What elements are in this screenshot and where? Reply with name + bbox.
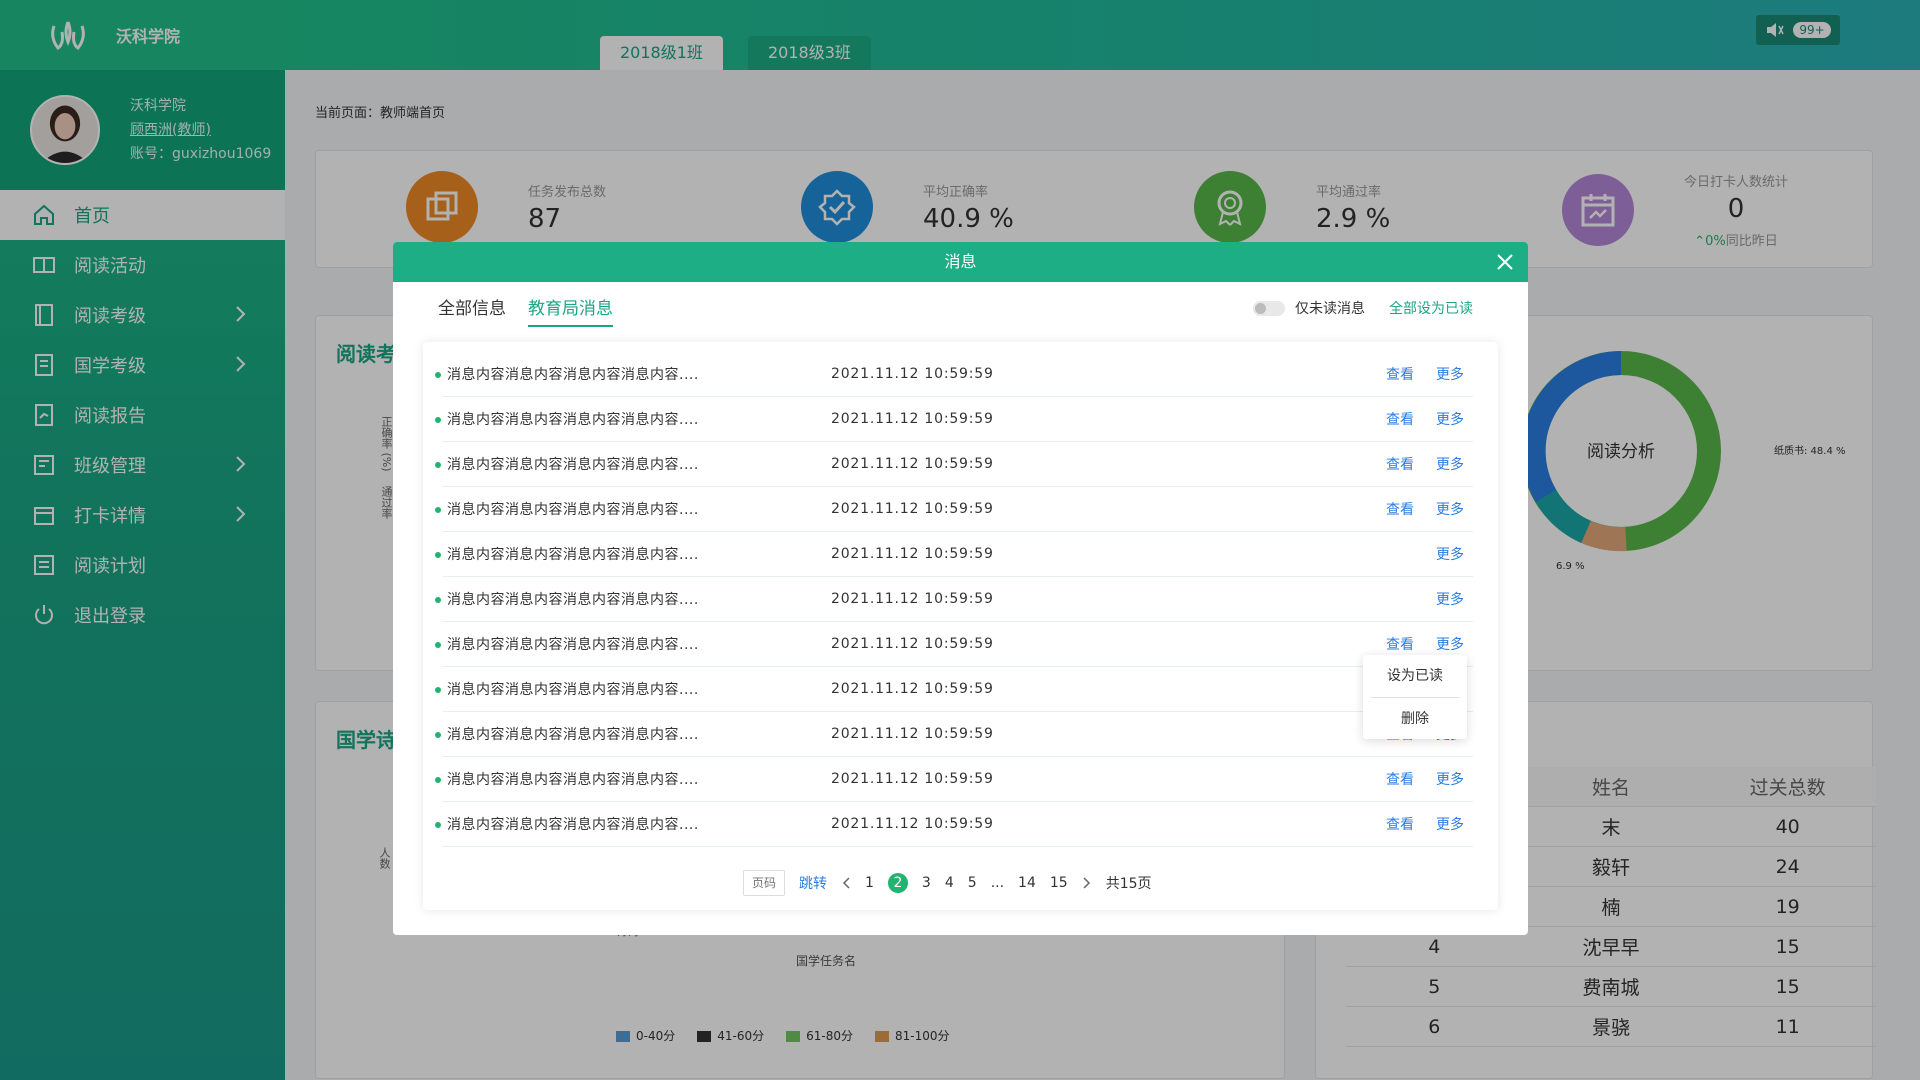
message-content[interactable]: 消息内容消息内容消息内容消息内容....	[447, 814, 699, 834]
message-options: 仅未读消息 全部设为已读	[1253, 298, 1473, 318]
message-row: 消息内容消息内容消息内容消息内容.... 2021.11.12 10:59:59 查…	[435, 487, 1473, 532]
page-number[interactable]: 1	[865, 875, 874, 891]
more-link[interactable]: 更多	[1436, 364, 1464, 384]
message-time: 2021.11.12 10:59:59	[831, 456, 994, 472]
message-content[interactable]: 消息内容消息内容消息内容消息内容....	[447, 409, 699, 429]
view-link[interactable]: 查看	[1386, 499, 1414, 519]
message-time: 2021.11.12 10:59:59	[831, 636, 994, 652]
close-icon[interactable]	[1496, 253, 1514, 271]
message-row: 消息内容消息内容消息内容消息内容.... 2021.11.12 10:59:59 更…	[435, 532, 1473, 577]
unread-dot	[435, 597, 441, 603]
unread-dot	[435, 822, 441, 828]
next-page-icon[interactable]	[1082, 876, 1092, 890]
message-row: 消息内容消息内容消息内容消息内容.... 2021.11.12 10:59:59 查…	[435, 622, 1473, 667]
unread-dot	[435, 732, 441, 738]
message-content[interactable]: 消息内容消息内容消息内容消息内容....	[447, 679, 699, 699]
message-content[interactable]: 消息内容消息内容消息内容消息内容....	[447, 634, 699, 654]
unread-dot	[435, 507, 441, 513]
message-row: 消息内容消息内容消息内容消息内容....2021.11.12 10:59:59查…	[435, 667, 1473, 712]
page-number[interactable]: 5	[968, 875, 977, 891]
tab-all-messages[interactable]: 全部信息	[438, 294, 506, 327]
jump-button[interactable]: 跳转	[799, 873, 827, 893]
unread-dot	[435, 372, 441, 378]
unread-dot	[435, 777, 441, 783]
message-time: 2021.11.12 10:59:59	[831, 771, 994, 787]
page-number[interactable]: 14	[1018, 875, 1036, 891]
total-pages: 共15页	[1105, 876, 1152, 892]
message-row: 消息内容消息内容消息内容消息内容.... 2021.11.12 10:59:59 查…	[435, 802, 1473, 847]
unread-dot	[435, 642, 441, 648]
message-time: 2021.11.12 10:59:59	[831, 411, 994, 427]
more-link[interactable]: 更多	[1436, 589, 1464, 609]
more-link[interactable]: 更多	[1436, 814, 1464, 834]
message-content[interactable]: 消息内容消息内容消息内容消息内容....	[447, 589, 699, 609]
view-link[interactable]: 查看	[1386, 364, 1414, 384]
message-time: 2021.11.12 10:59:59	[831, 726, 994, 742]
mark-all-read-button[interactable]: 全部设为已读	[1389, 298, 1473, 318]
message-list-container: 消息内容消息内容消息内容消息内容.... 2021.11.12 10:59:59 查…	[423, 342, 1498, 910]
message-time: 2021.11.12 10:59:59	[831, 546, 994, 562]
unread-dot	[435, 417, 441, 423]
tab-bureau-messages[interactable]: 教育局消息	[528, 294, 613, 327]
message-modal: 消息 全部信息 教育局消息 仅未读消息 全部设为已读 消息内容消息内容消息内容消…	[393, 242, 1528, 935]
page-numbers: 1 2 3 4 5... 14 15	[865, 873, 1068, 893]
message-content[interactable]: 消息内容消息内容消息内容消息内容....	[447, 499, 699, 519]
unread-dot	[435, 462, 441, 468]
message-row: 消息内容消息内容消息内容消息内容.... 2021.11.12 10:59:59 查…	[435, 397, 1473, 442]
more-link[interactable]: 更多	[1436, 544, 1464, 564]
prev-page-icon[interactable]	[841, 876, 851, 890]
message-tabs: 全部信息 教育局消息	[438, 294, 613, 327]
unread-dot	[435, 552, 441, 558]
pagination: 跳转 12345... 14 15 共15页	[743, 870, 1152, 896]
message-list: 消息内容消息内容消息内容消息内容.... 2021.11.12 10:59:59 查…	[435, 352, 1473, 847]
more-link[interactable]: 更多	[1436, 454, 1464, 474]
view-link[interactable]: 查看	[1386, 634, 1414, 654]
page-number-input[interactable]	[743, 870, 785, 896]
unread-only-label: 仅未读消息	[1295, 301, 1365, 317]
page-number[interactable]: 3	[922, 875, 931, 891]
message-content[interactable]: 消息内容消息内容消息内容消息内容....	[447, 769, 699, 789]
more-link[interactable]: 更多	[1436, 634, 1464, 654]
message-content[interactable]: 消息内容消息内容消息内容消息内容....	[447, 724, 699, 744]
unread-dot	[435, 687, 441, 693]
message-content[interactable]: 消息内容消息内容消息内容消息内容....	[447, 454, 699, 474]
message-content[interactable]: 消息内容消息内容消息内容消息内容....	[447, 544, 699, 564]
view-link[interactable]: 查看	[1386, 814, 1414, 834]
message-time: 2021.11.12 10:59:59	[831, 816, 994, 832]
page-ellipsis: ...	[990, 875, 1005, 891]
modal-header: 消息	[393, 242, 1528, 282]
message-content[interactable]: 消息内容消息内容消息内容消息内容....	[447, 364, 699, 384]
unread-only-toggle[interactable]	[1253, 300, 1285, 316]
page-number[interactable]: 15	[1050, 875, 1068, 891]
message-time: 2021.11.12 10:59:59	[831, 366, 994, 382]
more-link[interactable]: 更多	[1436, 409, 1464, 429]
more-link[interactable]: 更多	[1436, 769, 1464, 789]
view-link[interactable]: 查看	[1386, 409, 1414, 429]
message-time: 2021.11.12 10:59:59	[831, 501, 994, 517]
view-link[interactable]: 查看	[1386, 769, 1414, 789]
message-row: 消息内容消息内容消息内容消息内容.... 2021.11.12 10:59:59 查…	[435, 442, 1473, 487]
page-number[interactable]: 4	[945, 875, 954, 891]
modal-title: 消息	[944, 252, 977, 271]
message-time: 2021.11.12 10:59:59	[831, 681, 994, 697]
view-link[interactable]: 查看	[1386, 454, 1414, 474]
message-time: 2021.11.12 10:59:59	[831, 591, 994, 607]
more-link[interactable]: 更多	[1436, 499, 1464, 519]
message-row: 消息内容消息内容消息内容消息内容....2021.11.12 10:59:59查…	[435, 712, 1473, 757]
mark-read-menu-item[interactable]: 设为已读	[1363, 655, 1467, 697]
delete-menu-item[interactable]: 删除	[1363, 698, 1467, 740]
message-row: 消息内容消息内容消息内容消息内容.... 2021.11.12 10:59:59 查…	[435, 757, 1473, 802]
message-row: 消息内容消息内容消息内容消息内容.... 2021.11.12 10:59:59 更…	[435, 577, 1473, 622]
message-row: 消息内容消息内容消息内容消息内容.... 2021.11.12 10:59:59 查…	[435, 352, 1473, 397]
row-action-popover: 设为已读 删除	[1363, 655, 1467, 739]
page-number[interactable]: 2	[887, 873, 908, 893]
